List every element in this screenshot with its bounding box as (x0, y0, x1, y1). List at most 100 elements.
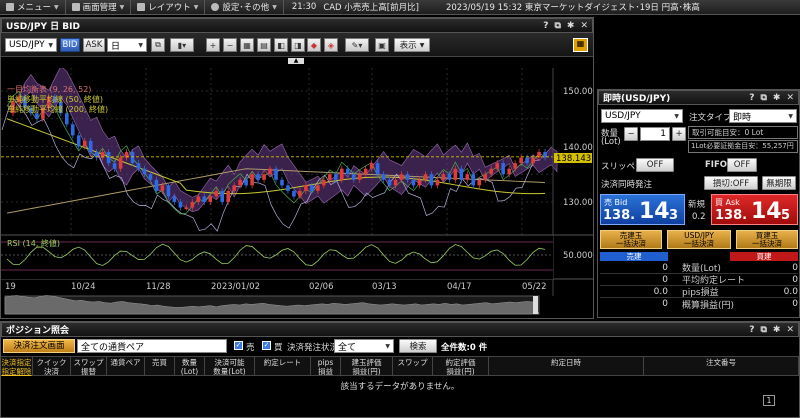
pen-icon[interactable]: ✎▾ (345, 38, 369, 52)
table-header-cell[interactable]: クイック 決済 (33, 357, 71, 376)
buy-ask-button[interactable]: 買 Ask 138. 14 5 (711, 194, 798, 225)
chevron-down-icon: ▼ (674, 112, 679, 120)
table-header-cell[interactable]: 決済指定 指定解除 (1, 357, 33, 376)
popout-icon[interactable]: ⧉ (760, 93, 766, 103)
qty-unit: (Lot) (601, 137, 621, 147)
legend-ichimoku: 一目均衡表 (9, 26, 52) (7, 84, 91, 94)
page-number[interactable]: 1 (763, 395, 775, 406)
date-label: 04/17 (447, 282, 472, 292)
grid-layout-icon[interactable]: ▦ (573, 38, 588, 52)
buy-close-all-button[interactable]: 買建玉 一括決済 (736, 230, 798, 249)
table-header-cell[interactable]: 約定日時 (489, 357, 644, 375)
scroll-left-icon[interactable]: ◧ (274, 38, 288, 52)
fifo-label: FIFO (705, 160, 728, 170)
table-header-cell[interactable]: 決済可能 数量(Lot) (205, 357, 255, 376)
table-header-cell[interactable]: 約定レート (255, 357, 311, 375)
loss-cut-button[interactable]: 損切:OFF (704, 176, 758, 190)
menu-button[interactable]: メニュー ▼ (0, 0, 66, 15)
gear-icon[interactable]: ✱ (773, 93, 781, 103)
zoom-in-icon[interactable]: + (206, 38, 220, 52)
navigator (4, 295, 540, 315)
close-icon[interactable]: ✕ (580, 21, 588, 31)
qty-minus-button[interactable]: − (624, 127, 638, 141)
table-header-cell[interactable]: 数量 (Lot) (175, 357, 205, 376)
popout-icon[interactable]: ⧉ (554, 21, 560, 31)
buy-checkbox[interactable]: ✓ (262, 341, 271, 350)
table-header-cell[interactable]: 注文番号 (644, 357, 799, 375)
pair-close-all-button[interactable]: USD/JPY 一括決済 (667, 230, 731, 249)
search-button[interactable]: 検索 (399, 339, 437, 353)
zoom-out-icon[interactable]: − (223, 38, 237, 52)
table-header-cell[interactable]: 約定評価 損益(円) (433, 357, 489, 376)
gear-icon[interactable]: ✱ (773, 325, 781, 335)
summary-row: 0 概算損益(円) 0 (662, 299, 798, 311)
margin-box: 1Lot必要証拠金目安：55,257円 (688, 140, 798, 153)
table-header-cell[interactable]: 通貨ペア (107, 357, 145, 375)
settings-button[interactable]: 設定･その他 ▼ (205, 0, 284, 15)
layout-icon[interactable]: ▤ (257, 38, 271, 52)
pair-filter-input[interactable]: 全ての通貨ペア (77, 339, 227, 353)
bid-button[interactable]: BID (60, 38, 80, 52)
period-select[interactable]: 日 ▼ (107, 38, 147, 52)
status-select[interactable]: 全て ▼ (334, 339, 394, 353)
current-price-label: 138.143 (556, 154, 591, 164)
screen-icon (71, 3, 80, 11)
qty-input[interactable]: 1 (640, 127, 670, 141)
new-label: 新規 (688, 200, 706, 210)
link-icon[interactable]: ⧉ (151, 38, 165, 52)
close-icon[interactable]: ✕ (786, 325, 794, 335)
screen-manage-button[interactable]: 画面管理 ▼ (66, 0, 132, 15)
qty-plus-button[interactable]: + (672, 127, 686, 141)
sell-checkbox[interactable]: ✓ (234, 341, 243, 350)
grid-icon[interactable]: ▦ (240, 38, 254, 52)
table-header-cell[interactable]: スワップ 振替 (71, 357, 107, 376)
date-label: 05/22 (522, 282, 547, 292)
no-limit-button[interactable]: 無期限 (762, 176, 796, 190)
settle-order-button[interactable]: 決済注文画面 (3, 339, 75, 353)
sell-price-last: 3 (669, 208, 679, 223)
candle-type-icon[interactable]: ▮▾ (170, 38, 194, 52)
sell-close-all-button[interactable]: 売建玉 一括決済 (600, 230, 662, 249)
order-type-label: 注文タイプ (689, 113, 732, 123)
date-label: 03/13 (372, 282, 397, 292)
ticker-time: 21:30 (291, 2, 317, 12)
slippage-toggle[interactable]: OFF (636, 158, 674, 172)
layout-button[interactable]: レイアウト ▼ (131, 0, 206, 15)
gear-icon[interactable]: ✱ (567, 21, 575, 31)
display-button[interactable]: 表示 ▼ (394, 38, 430, 52)
help-icon[interactable]: ? (749, 325, 754, 335)
pair-select[interactable]: USD/JPY ▼ (5, 38, 57, 52)
summary-table: 0 数量(Lot) 0 0 平均約定レート 0 0.0 pips損益 0.0 0 概算損益(円… (600, 262, 798, 311)
table-header-cell[interactable]: 売買 (145, 357, 175, 375)
table-header-cell[interactable]: 建玉評価 損益(円) (341, 357, 393, 376)
price-axis-label: 150.000 (563, 87, 593, 97)
order-pair-select[interactable]: USD/JPY ▼ (601, 109, 683, 123)
chart-window: USD/JPY 日 BID ? ⧉ ✱ ✕ USD/JPY ▼ BID ASK 日 ▼ ⧉… (0, 17, 594, 319)
shape2-icon[interactable]: ◈ (324, 38, 338, 52)
help-icon[interactable]: ? (543, 21, 548, 31)
price-chart[interactable]: 150.000 140.000 130.000 138.143 50.000 一… (1, 68, 593, 316)
close-icon[interactable]: ✕ (786, 93, 794, 103)
sell-bid-button[interactable]: 売 Bid 138. 14 3 (600, 194, 685, 225)
summary-row: 0.0 pips損益 0.0 (600, 286, 798, 298)
legend-rsi: RSI (14, 終値) (7, 238, 60, 248)
buy-check-label: 買 (274, 343, 283, 353)
collapse-tab[interactable]: ▲ (288, 58, 304, 64)
picture-icon[interactable]: ▣ (375, 38, 389, 52)
scroll-right-icon[interactable]: ◨ (291, 38, 305, 52)
shape-icon[interactable]: ◆ (307, 38, 321, 52)
chevron-down-icon: ▼ (193, 3, 199, 11)
chevron-down-icon: ▼ (788, 112, 793, 120)
table-header-cell[interactable]: pips 損益 (311, 357, 341, 376)
ask-button[interactable]: ASK (83, 38, 105, 52)
help-icon[interactable]: ? (749, 93, 754, 103)
table-header-cell[interactable]: スワップ (393, 357, 433, 375)
sell-price-pips: 14 (639, 199, 670, 224)
sell-check-label: 売 (246, 343, 255, 353)
popout-icon[interactable]: ⧉ (760, 325, 766, 335)
chart-titlebar: USD/JPY 日 BID ? ⧉ ✱ ✕ (1, 18, 593, 33)
buy-price-big: 138. (715, 208, 748, 223)
order-type-select[interactable]: 即時 ▼ (729, 109, 797, 123)
fifo-toggle[interactable]: OFF (727, 158, 757, 172)
news-ticker[interactable]: 21:30 CAD 小売売上高[前月比] 2023/05/19 15:32 東京… (284, 0, 700, 15)
